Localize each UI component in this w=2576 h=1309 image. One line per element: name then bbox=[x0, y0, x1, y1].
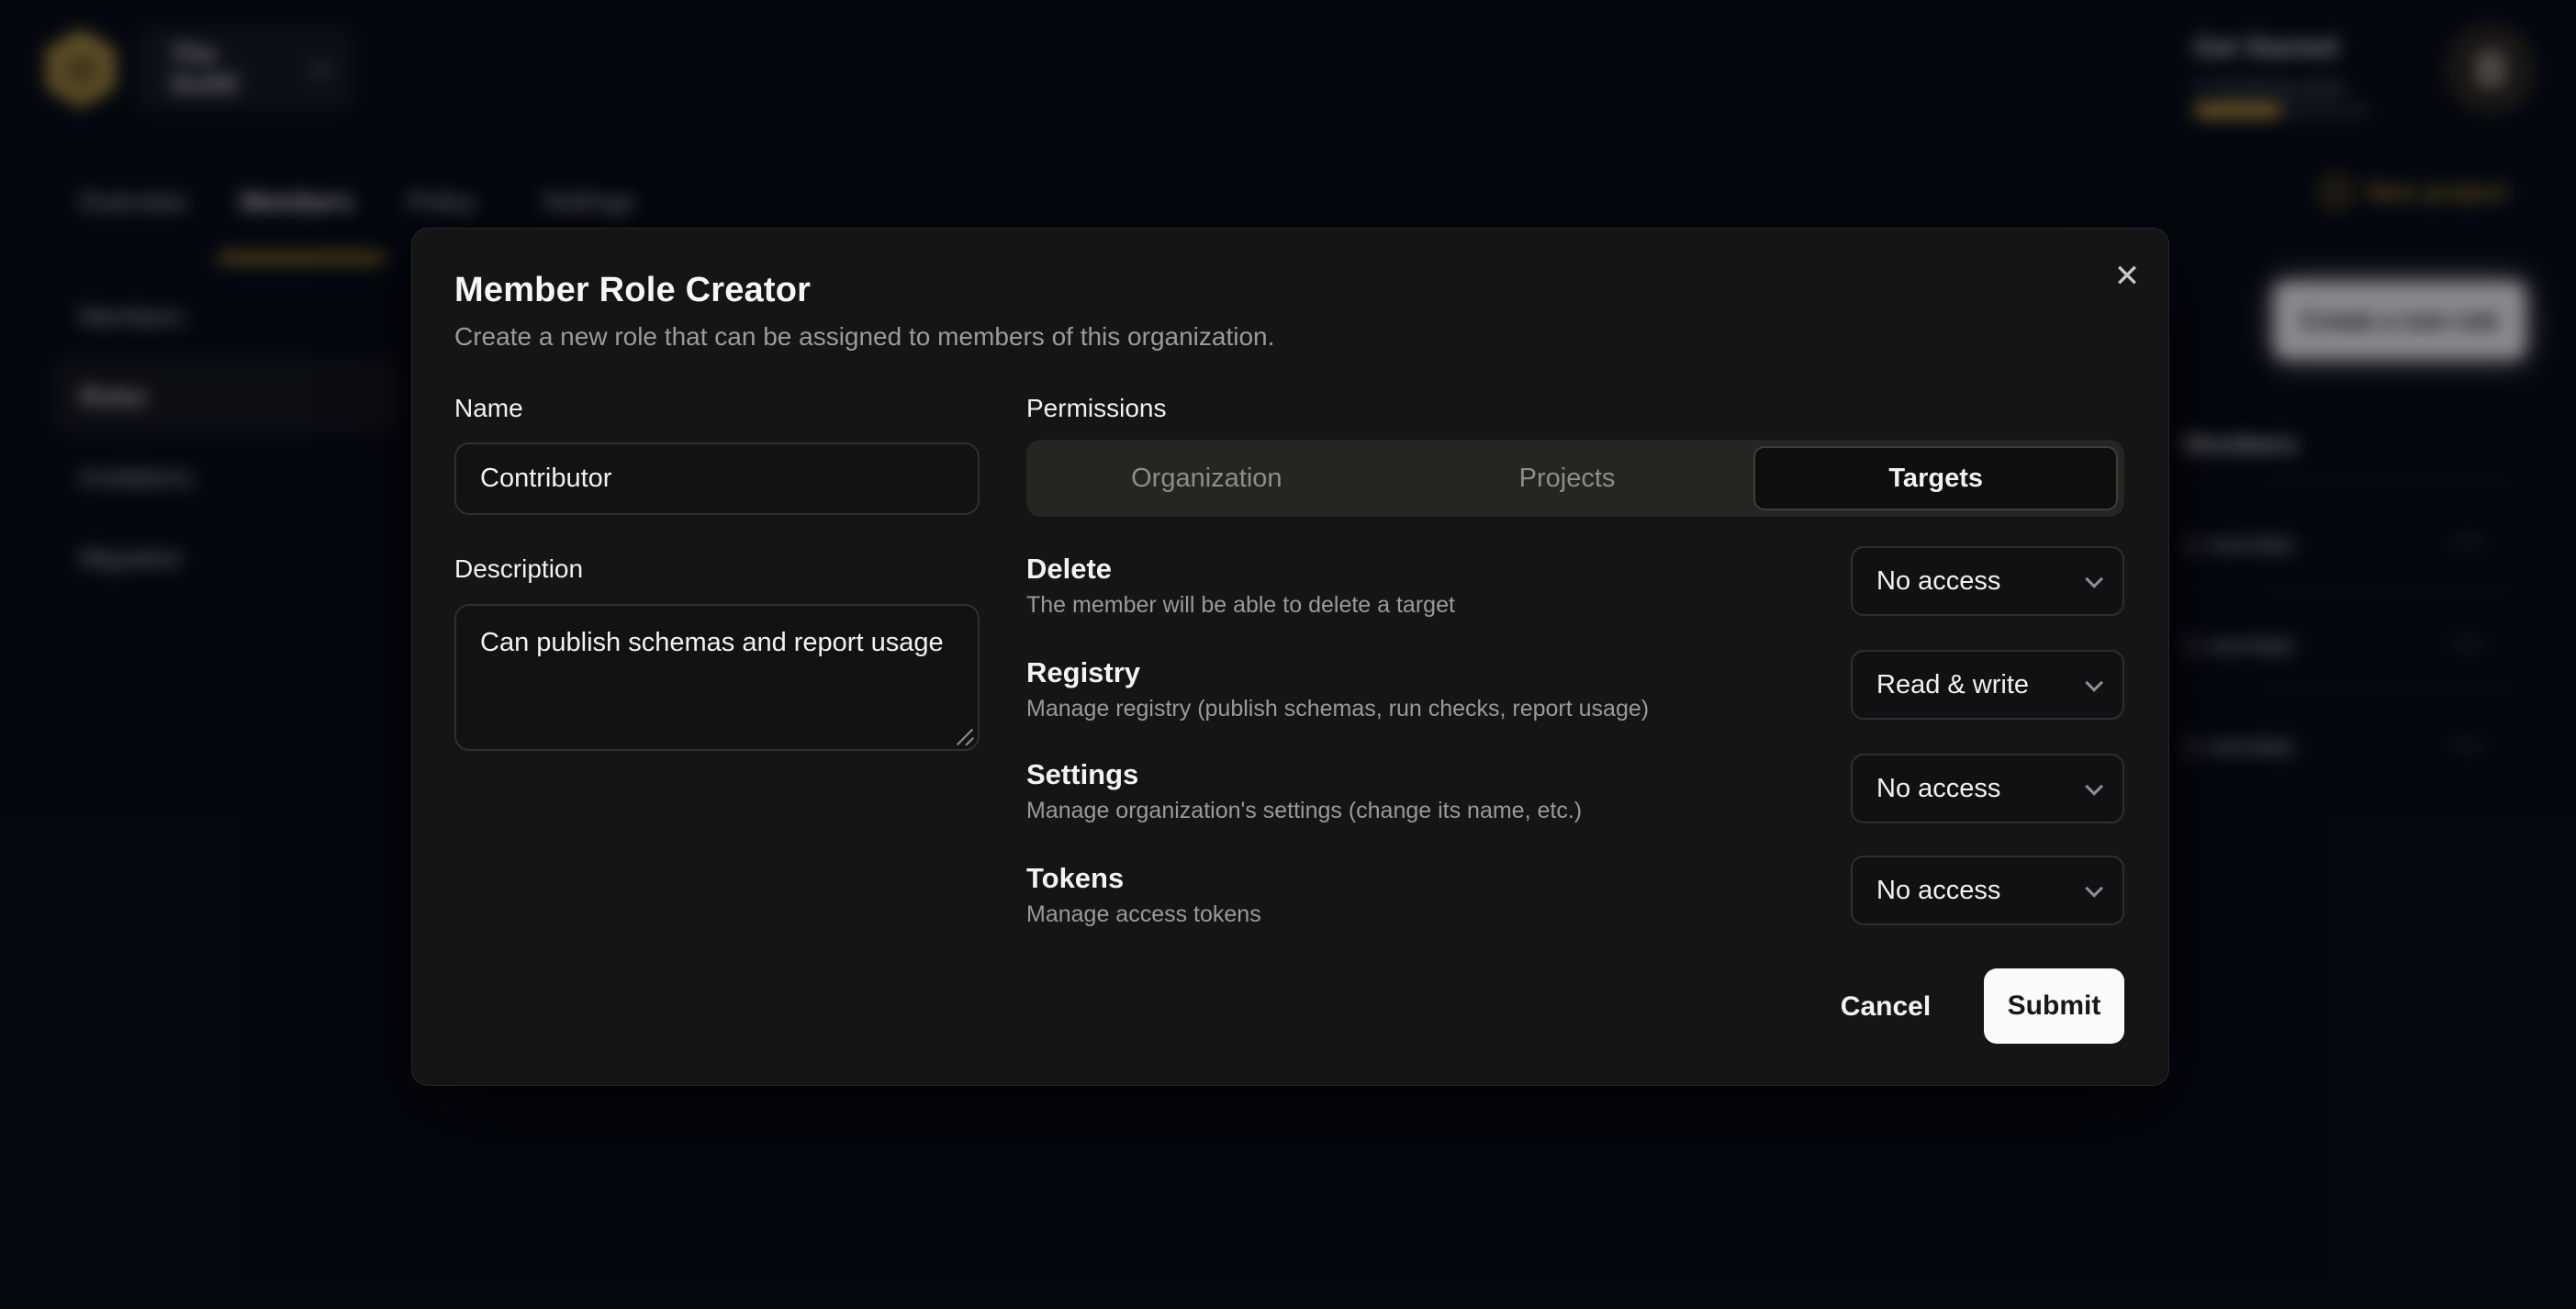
permission-tokens-title: Tokens bbox=[1026, 862, 1124, 895]
permissions-label: Permissions bbox=[1026, 394, 1166, 423]
permission-delete-description: The member will be able to delete a targ… bbox=[1026, 592, 1455, 619]
permission-registry-title: Registry bbox=[1026, 656, 1140, 689]
chevron-down-icon bbox=[2085, 674, 2103, 692]
select-value: No access bbox=[1876, 566, 2086, 597]
select-value: No access bbox=[1876, 876, 2086, 906]
close-icon[interactable]: ✕ bbox=[2103, 252, 2151, 300]
name-input[interactable] bbox=[454, 442, 980, 515]
permissions-tab-targets[interactable]: Targets bbox=[1753, 446, 2118, 510]
name-label: Name bbox=[454, 394, 523, 423]
permission-tokens-description: Manage access tokens bbox=[1026, 901, 1261, 928]
permission-settings-select[interactable]: No access bbox=[1851, 754, 2124, 823]
permission-settings-description: Manage organization's settings (change i… bbox=[1026, 798, 1582, 824]
description-textarea[interactable]: Can publish schemas and report usage bbox=[454, 604, 980, 751]
app-root: The Guild Get Started 4 remaining tasks … bbox=[0, 0, 2576, 1309]
chevron-down-icon bbox=[2085, 879, 2103, 898]
textarea-resize-handle-icon[interactable] bbox=[956, 725, 976, 745]
chevron-down-icon bbox=[2085, 570, 2103, 588]
dialog-title: Member Role Creator bbox=[454, 271, 811, 310]
description-label: Description bbox=[454, 554, 583, 584]
permission-tokens-select[interactable]: No access bbox=[1851, 856, 2124, 925]
select-value: No access bbox=[1876, 774, 2086, 804]
permission-delete-select[interactable]: No access bbox=[1851, 546, 2124, 616]
chevron-down-icon bbox=[2085, 778, 2103, 796]
permissions-tab-projects[interactable]: Projects bbox=[1387, 440, 1748, 517]
submit-button[interactable]: Submit bbox=[1984, 968, 2124, 1044]
permission-registry-description: Manage registry (publish schemas, run ch… bbox=[1026, 696, 1649, 722]
permission-registry-select[interactable]: Read & write bbox=[1851, 650, 2124, 720]
permissions-tab-organization[interactable]: Organization bbox=[1026, 440, 1387, 517]
dialog-subtitle: Create a new role that can be assigned t… bbox=[454, 322, 1274, 352]
permission-delete-title: Delete bbox=[1026, 553, 1112, 586]
select-value: Read & write bbox=[1876, 670, 2086, 700]
member-role-creator-dialog: Member Role Creator Create a new role th… bbox=[411, 228, 2169, 1086]
permissions-tab-bar: Organization Projects Targets bbox=[1026, 440, 2124, 517]
cancel-button[interactable]: Cancel bbox=[1808, 968, 1964, 1046]
permission-settings-title: Settings bbox=[1026, 758, 1138, 791]
